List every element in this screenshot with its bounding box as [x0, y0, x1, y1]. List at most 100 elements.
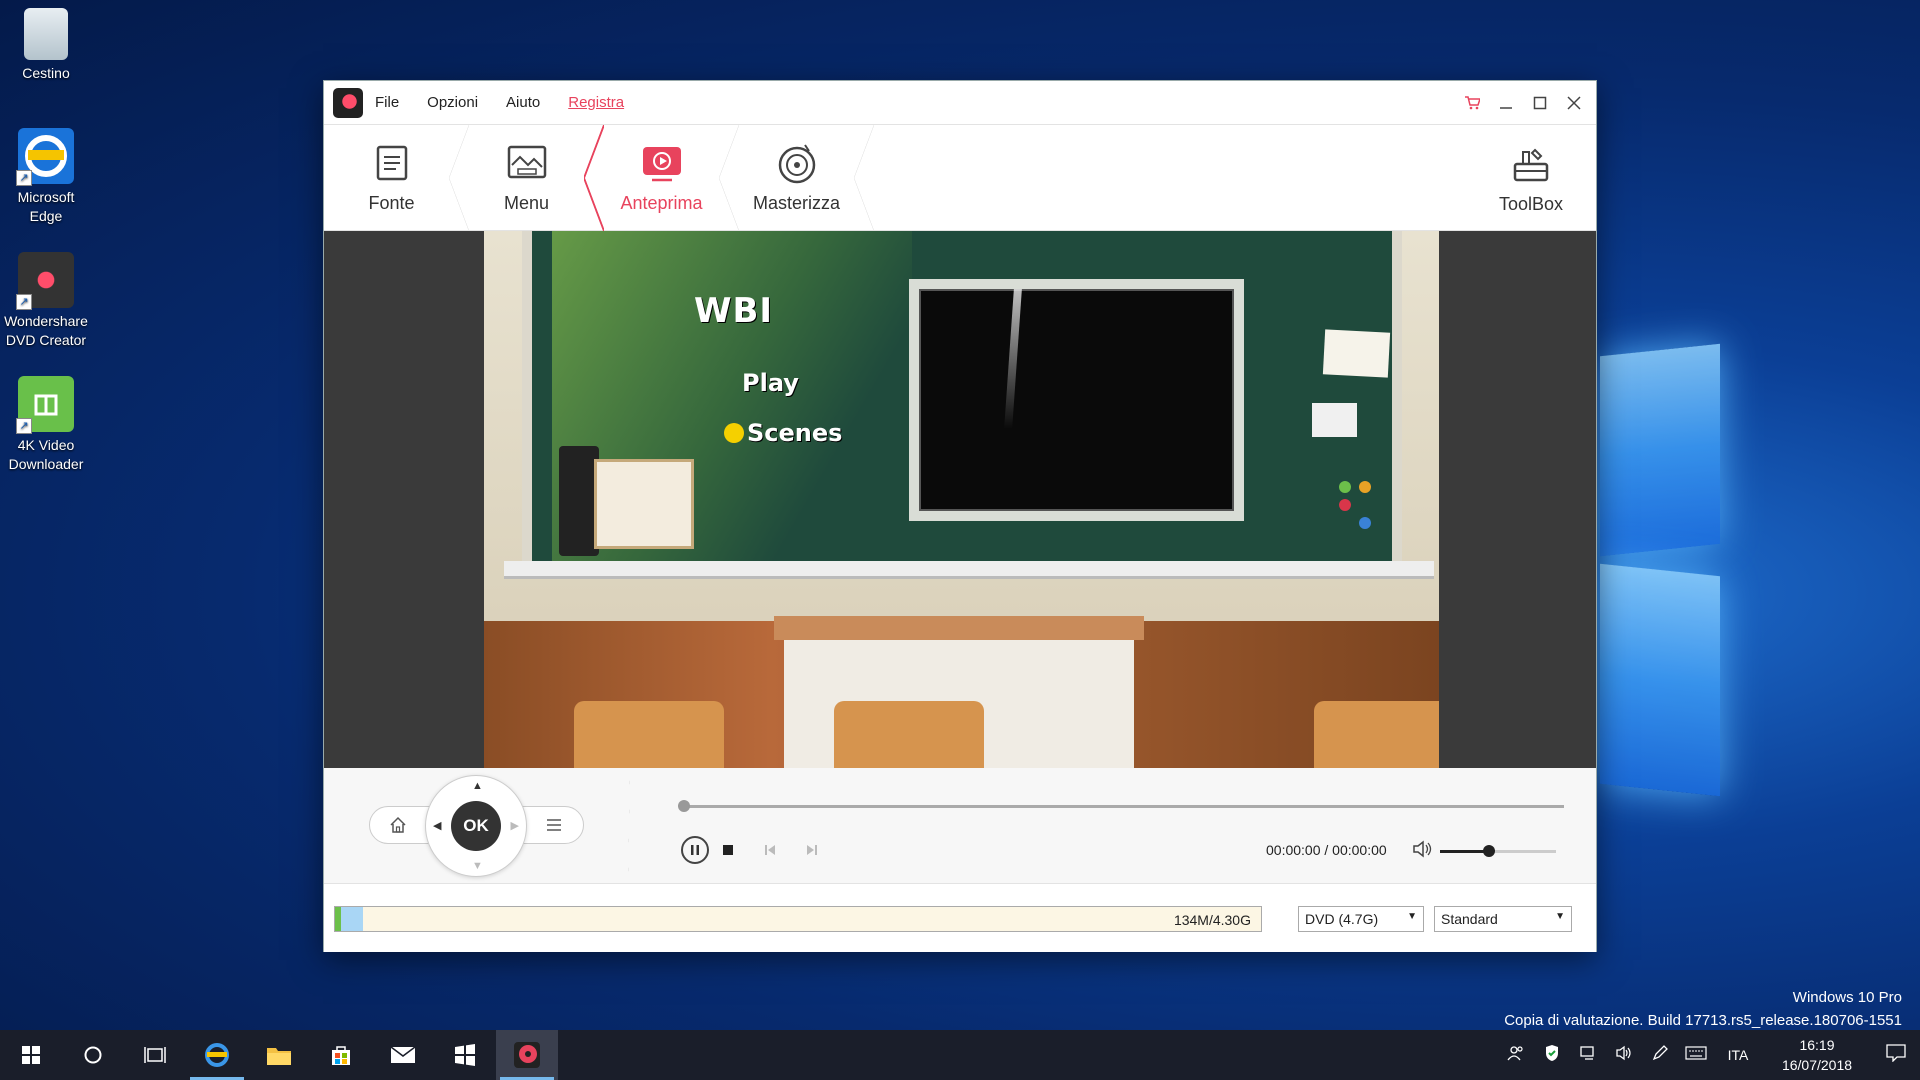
dvd-creator-window: File Opzioni Aiuto Registra Fonte Menu A… [323, 80, 1597, 952]
nav-left-button[interactable]: ◀ [433, 819, 441, 832]
shortcut-arrow-icon: ↗ [16, 418, 32, 434]
tab-label: Fonte [368, 193, 415, 213]
keyboard-icon[interactable] [1678, 1045, 1714, 1065]
windows-watermark: Windows 10 Pro Copia di valutazione. Bui… [1504, 989, 1902, 1029]
taskbar-dvd-creator[interactable] [496, 1030, 558, 1080]
pen-icon[interactable] [1642, 1044, 1678, 1067]
title-bar: File Opzioni Aiuto Registra [324, 81, 1596, 125]
desktop-icon-edge[interactable]: ↗ Microsoft Edge [0, 128, 92, 226]
chevron-down-icon: ▼ [1555, 911, 1565, 922]
diploma [594, 459, 694, 549]
teacher-desk [774, 616, 1144, 640]
search-button[interactable] [62, 1030, 124, 1080]
folder-icon [267, 1048, 291, 1065]
task-view-icon [144, 1047, 166, 1063]
seek-handle[interactable] [678, 800, 690, 812]
desktop-icon-label: Cestino [22, 65, 70, 81]
menu-help[interactable]: Aiuto [506, 94, 540, 111]
menu-options[interactable]: Opzioni [427, 94, 478, 111]
time-display: 00:00:00 / 00:00:00 [1266, 842, 1387, 858]
taskbar-store[interactable] [310, 1030, 372, 1080]
maximize-button[interactable] [1530, 93, 1550, 113]
security-shield-icon[interactable] [1534, 1044, 1570, 1067]
volume-icon[interactable] [1412, 840, 1432, 863]
toolbox-label: ToolBox [1498, 193, 1564, 214]
cloud-download-icon: ↗ [16, 376, 74, 434]
taskbar-mail[interactable] [372, 1030, 434, 1080]
store-icon [332, 1046, 350, 1065]
quality-select[interactable]: Standard ▼ [1434, 906, 1572, 932]
dvd-creator-icon: ↗ [16, 252, 74, 310]
menu-register[interactable]: Registra [568, 94, 624, 111]
minimize-button[interactable] [1496, 93, 1516, 113]
disc-burn-icon [775, 141, 819, 185]
chevron-down-icon: ▼ [1407, 911, 1417, 922]
desktop-icon-recycle-bin[interactable]: Cestino [0, 8, 92, 83]
start-button[interactable] [0, 1030, 62, 1080]
toolbox-button[interactable]: ToolBox [1466, 125, 1596, 231]
desktop-icon-4k-downloader[interactable]: ↗ 4K Video Downloader [0, 376, 92, 474]
edge-icon: ↗ [16, 128, 74, 186]
clock[interactable]: 16:19 16/07/2018 [1762, 1035, 1872, 1075]
document-icon [370, 141, 414, 185]
tab-source[interactable]: Fonte [324, 125, 469, 231]
cart-icon[interactable] [1462, 93, 1482, 113]
system-tray: ITA 16:19 16/07/2018 [1498, 1030, 1920, 1080]
next-button[interactable] [798, 836, 826, 864]
tab-preview[interactable]: Anteprima [584, 125, 739, 231]
notification-icon[interactable] [1872, 1043, 1920, 1067]
stop-button[interactable] [714, 836, 742, 864]
list-menu-icon[interactable] [542, 814, 566, 836]
windows-logo-wallpaper [1560, 320, 1920, 820]
tab-burn[interactable]: Masterizza [729, 125, 874, 231]
menu-file[interactable]: File [375, 94, 399, 111]
pinned-note [1312, 403, 1357, 437]
network-icon[interactable] [1570, 1045, 1606, 1066]
status-bar: 134M/4.30G DVD (4.7G) ▼ Standard ▼ [324, 884, 1596, 952]
nav-right-button[interactable]: ▶ [511, 819, 519, 832]
volume-handle[interactable] [1482, 845, 1495, 857]
previous-button[interactable] [756, 836, 784, 864]
play-screen-icon [640, 141, 684, 185]
dvd-creator-icon [514, 1042, 540, 1068]
edge-icon [205, 1043, 229, 1067]
video-screen [909, 279, 1244, 521]
tab-label: Masterizza [752, 193, 841, 213]
capacity-text: 134M/4.30G [1173, 912, 1251, 928]
playback-controls: ▲ ▼ ◀ ▶ OK 00:00:00 / 00:00:00 [324, 768, 1596, 884]
home-icon[interactable] [386, 814, 410, 836]
app-tile-icon [455, 1044, 475, 1066]
task-view-button[interactable] [124, 1030, 186, 1080]
dvd-menu-play[interactable]: Play [742, 369, 799, 397]
diploma-tube [559, 446, 599, 556]
shortcut-arrow-icon: ↗ [16, 294, 32, 310]
dvd-menu-preview[interactable]: WBI Play Scenes [484, 231, 1439, 768]
speaker-icon[interactable] [1606, 1045, 1642, 1066]
close-button[interactable] [1564, 93, 1584, 113]
dvd-menu-scenes[interactable]: Scenes [724, 419, 842, 447]
taskbar-app[interactable] [434, 1030, 496, 1080]
nav-up-button[interactable]: ▲ [472, 780, 483, 792]
taskbar-edge[interactable] [186, 1030, 248, 1080]
people-icon[interactable] [1498, 1044, 1534, 1067]
seek-bar[interactable] [678, 800, 1564, 812]
disc-type-select[interactable]: DVD (4.7G) ▼ [1298, 906, 1424, 932]
chair [574, 701, 724, 768]
ok-button[interactable]: OK [451, 801, 501, 851]
shortcut-arrow-icon: ↗ [16, 170, 32, 186]
image-icon [505, 141, 549, 185]
volume-slider[interactable] [1440, 845, 1556, 857]
desktop-icon-dvd-creator[interactable]: ↗ Wondershare DVD Creator [0, 252, 92, 350]
windows-start-icon [22, 1046, 40, 1064]
toolbox-icon [1509, 142, 1553, 186]
app-logo-icon [333, 87, 363, 118]
taskbar-file-explorer[interactable] [248, 1030, 310, 1080]
chair [834, 701, 984, 768]
pinned-note [1322, 329, 1391, 378]
cortana-icon [84, 1046, 102, 1064]
tab-menu[interactable]: Menu [459, 125, 604, 231]
pause-button[interactable] [681, 836, 709, 864]
nav-down-button[interactable]: ▼ [472, 860, 483, 872]
language-indicator[interactable]: ITA [1714, 1047, 1762, 1063]
disc-capacity-bar: 134M/4.30G [334, 906, 1262, 932]
